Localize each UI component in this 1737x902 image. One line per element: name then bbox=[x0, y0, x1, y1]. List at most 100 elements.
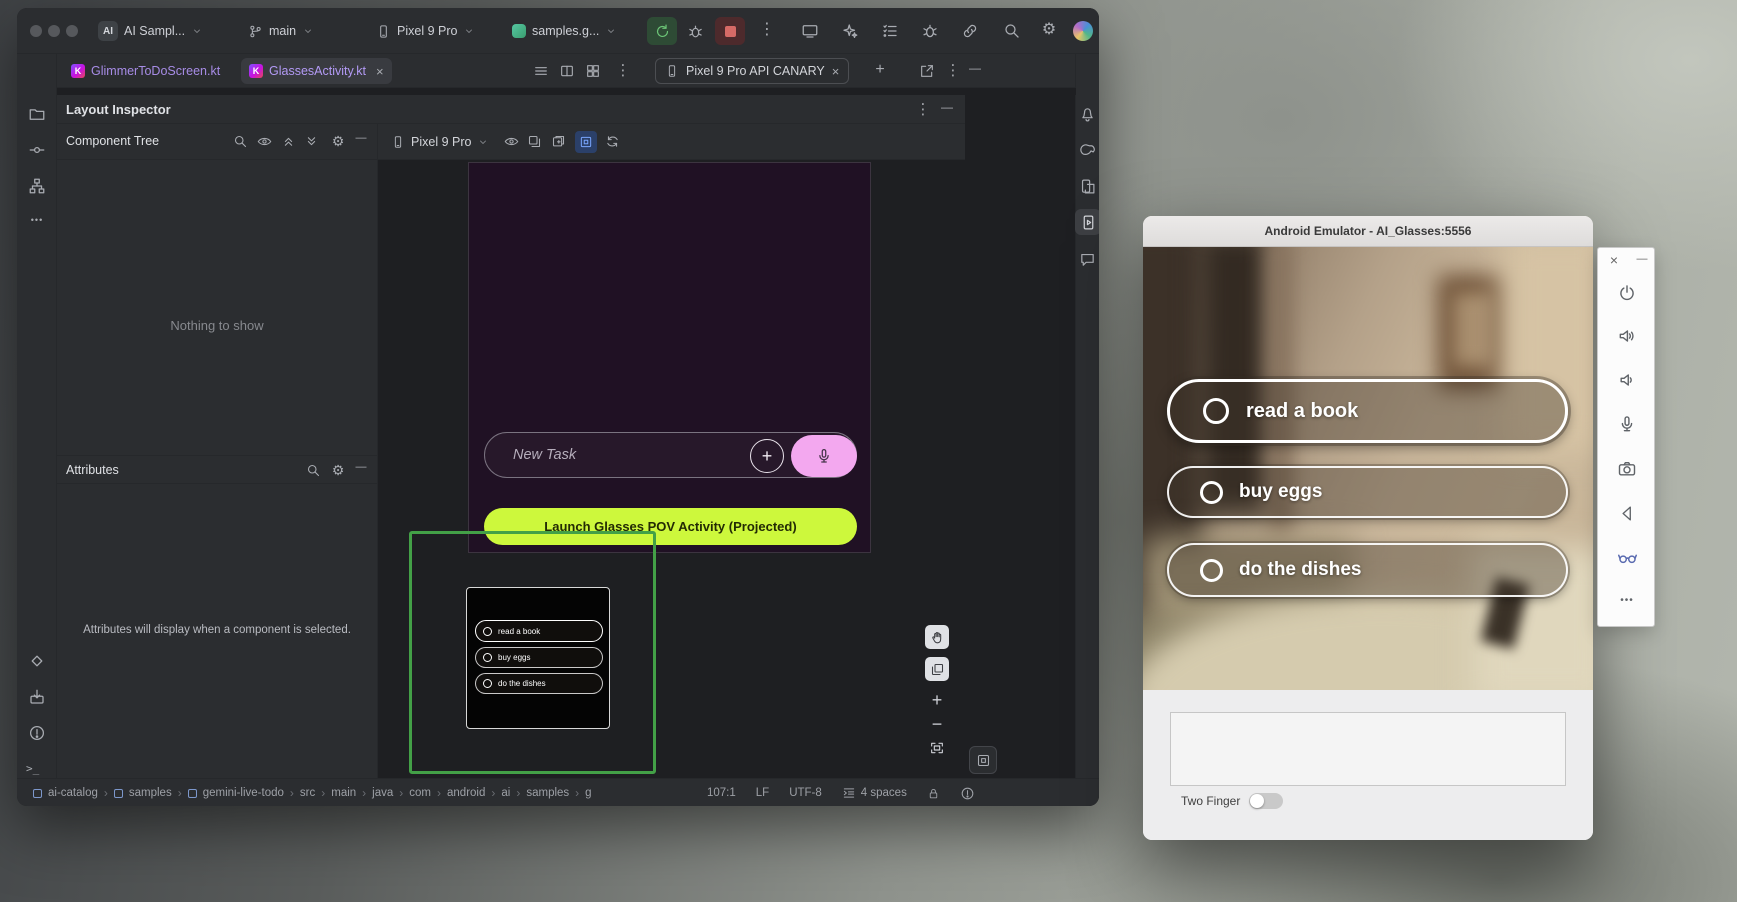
todo-pill[interactable]: do the dishes bbox=[1167, 543, 1568, 597]
breadcrumb-item[interactable]: g bbox=[585, 787, 591, 799]
search-icon[interactable] bbox=[1003, 22, 1021, 40]
expand-all-icon[interactable] bbox=[281, 134, 296, 149]
breadcrumb-item[interactable]: ai-catalog bbox=[48, 787, 98, 799]
task-list-icon[interactable] bbox=[881, 22, 899, 40]
device-explorer-icon[interactable] bbox=[1079, 178, 1096, 195]
power-button[interactable] bbox=[1615, 281, 1639, 305]
add-device-tab-button[interactable]: + bbox=[871, 62, 889, 78]
close-tab-icon[interactable]: × bbox=[832, 65, 840, 78]
search-icon[interactable] bbox=[306, 463, 321, 478]
terminal-icon[interactable]: >_ bbox=[26, 762, 39, 775]
line-separator-widget[interactable]: LF bbox=[756, 787, 769, 799]
build-install-icon[interactable] bbox=[28, 688, 46, 706]
volume-down-button[interactable] bbox=[1615, 368, 1639, 392]
view-options-eye-icon[interactable] bbox=[257, 134, 272, 149]
close-tab-icon[interactable]: × bbox=[376, 65, 384, 78]
indent-widget[interactable]: 4 spaces bbox=[842, 786, 907, 800]
structure-icon[interactable] bbox=[28, 177, 46, 195]
breadcrumb-item[interactable]: main bbox=[331, 787, 356, 799]
device-picker[interactable]: Pixel 9 Pro bbox=[391, 130, 489, 154]
todo-pill[interactable]: read a book bbox=[1167, 379, 1568, 443]
panel-hide-icon[interactable]: — bbox=[937, 101, 957, 113]
breadcrumb-item[interactable]: samples bbox=[526, 787, 569, 799]
new-task-input[interactable]: New Task + bbox=[484, 432, 857, 478]
camera-button[interactable] bbox=[1615, 457, 1639, 481]
hide-section-icon[interactable]: — bbox=[352, 462, 370, 473]
tool-window-more-icon[interactable]: ⋮ bbox=[945, 63, 961, 78]
minimize-icon[interactable]: — bbox=[1634, 254, 1650, 265]
emulator-camera-view[interactable]: read a book buy eggs do the dishes bbox=[1143, 247, 1593, 690]
more-tool-windows-icon[interactable]: ••• bbox=[25, 216, 49, 225]
close-icon[interactable]: × bbox=[1606, 253, 1622, 267]
dependencies-icon[interactable] bbox=[28, 652, 46, 670]
export-snapshot-icon[interactable] bbox=[551, 134, 566, 149]
hide-tool-window-icon[interactable]: — bbox=[965, 62, 985, 74]
phone-display-mirror[interactable]: New Task + Launch Glasses POV Activity (… bbox=[468, 162, 871, 553]
zoom-out-button[interactable]: − bbox=[925, 712, 949, 736]
device-selector-widget[interactable]: Pixel 9 Pro bbox=[369, 17, 482, 45]
layers-view-button[interactable] bbox=[925, 657, 949, 681]
zoom-in-button[interactable]: + bbox=[925, 688, 949, 712]
problems-icon[interactable] bbox=[28, 724, 46, 742]
project-widget[interactable]: AI AI Sampl... bbox=[91, 17, 210, 45]
branch-widget[interactable]: main bbox=[241, 17, 321, 45]
notifications-bell-icon[interactable] bbox=[1079, 106, 1096, 123]
breadcrumb-item[interactable]: android bbox=[447, 787, 485, 799]
editor-more-icon[interactable]: ⋮ bbox=[615, 63, 631, 78]
todo-checkbox-icon[interactable] bbox=[1203, 398, 1229, 424]
refresh-icon[interactable] bbox=[605, 134, 620, 149]
breadcrumb-item[interactable]: com bbox=[409, 787, 431, 799]
todo-checkbox-icon[interactable] bbox=[1200, 559, 1223, 582]
emulator-text-input[interactable] bbox=[1170, 712, 1566, 786]
breadcrumb-item[interactable]: java bbox=[372, 787, 393, 799]
stop-button[interactable] bbox=[715, 17, 745, 45]
todo-checkbox-icon[interactable] bbox=[1200, 481, 1223, 504]
caret-position-widget[interactable]: 107:1 bbox=[707, 787, 736, 799]
panel-more-icon[interactable]: ⋮ bbox=[915, 102, 931, 117]
mic-button[interactable] bbox=[1615, 412, 1639, 436]
volume-up-button[interactable] bbox=[1615, 324, 1639, 348]
open-in-window-icon[interactable] bbox=[919, 63, 935, 79]
inspections-status-icon[interactable] bbox=[960, 786, 975, 801]
toggle-deep-inspect-button[interactable] bbox=[575, 131, 597, 153]
bug-report-icon[interactable] bbox=[921, 22, 939, 40]
hide-section-icon[interactable]: — bbox=[352, 133, 370, 144]
pan-mode-button[interactable] bbox=[925, 625, 949, 649]
emulator-title-bar[interactable]: Android Emulator - AI_Glasses:5556 bbox=[1143, 216, 1593, 247]
todo-pill[interactable]: buy eggs bbox=[1167, 466, 1568, 518]
breadcrumb-item[interactable]: gemini-live-todo bbox=[203, 787, 284, 799]
encoding-widget[interactable]: UTF-8 bbox=[789, 787, 822, 799]
zoom-to-fit-button[interactable] bbox=[925, 736, 949, 760]
run-config-widget[interactable]: samples.g... bbox=[505, 17, 624, 45]
traffic-light-minimize[interactable] bbox=[48, 25, 60, 37]
tab-glasses-activity[interactable]: GlassesActivity.kt × bbox=[241, 58, 392, 84]
gradle-icon[interactable] bbox=[1079, 142, 1096, 159]
traffic-light-close[interactable] bbox=[30, 25, 42, 37]
feedback-chat-icon[interactable] bbox=[1079, 251, 1096, 268]
layout-inspector-toggle-button[interactable] bbox=[969, 746, 997, 774]
collapse-all-icon[interactable] bbox=[304, 134, 319, 149]
search-icon[interactable] bbox=[233, 134, 248, 149]
more-actions-button[interactable]: ⋮ bbox=[757, 22, 777, 38]
snapshot-icon[interactable] bbox=[527, 134, 542, 149]
view-options-eye-icon[interactable] bbox=[504, 134, 519, 149]
voice-input-button[interactable] bbox=[791, 435, 857, 477]
project-folder-icon[interactable] bbox=[28, 105, 46, 123]
breadcrumb-item[interactable]: src bbox=[300, 787, 315, 799]
ai-assistant-icon[interactable] bbox=[841, 22, 859, 40]
settings-gear-icon[interactable]: ⚙ bbox=[1039, 22, 1059, 38]
settings-gear-icon[interactable]: ⚙ bbox=[330, 134, 346, 148]
profile-globe-icon[interactable] bbox=[1073, 21, 1093, 41]
rerun-button[interactable] bbox=[647, 17, 677, 45]
tab-glimmer-todo-screen[interactable]: GlimmerToDoScreen.kt bbox=[63, 58, 228, 84]
commit-icon[interactable] bbox=[28, 141, 46, 159]
breadcrumb-item[interactable]: samples bbox=[129, 787, 172, 799]
grid-view-icon[interactable] bbox=[585, 63, 601, 79]
device-mirror-icon[interactable] bbox=[801, 22, 819, 40]
add-task-button[interactable]: + bbox=[750, 439, 784, 473]
running-devices-stripe-button[interactable] bbox=[1075, 209, 1099, 235]
link-icon[interactable] bbox=[961, 22, 979, 40]
list-view-icon[interactable] bbox=[533, 63, 549, 79]
glasses-mode-button[interactable] bbox=[1615, 545, 1639, 569]
settings-gear-icon[interactable]: ⚙ bbox=[330, 463, 346, 477]
